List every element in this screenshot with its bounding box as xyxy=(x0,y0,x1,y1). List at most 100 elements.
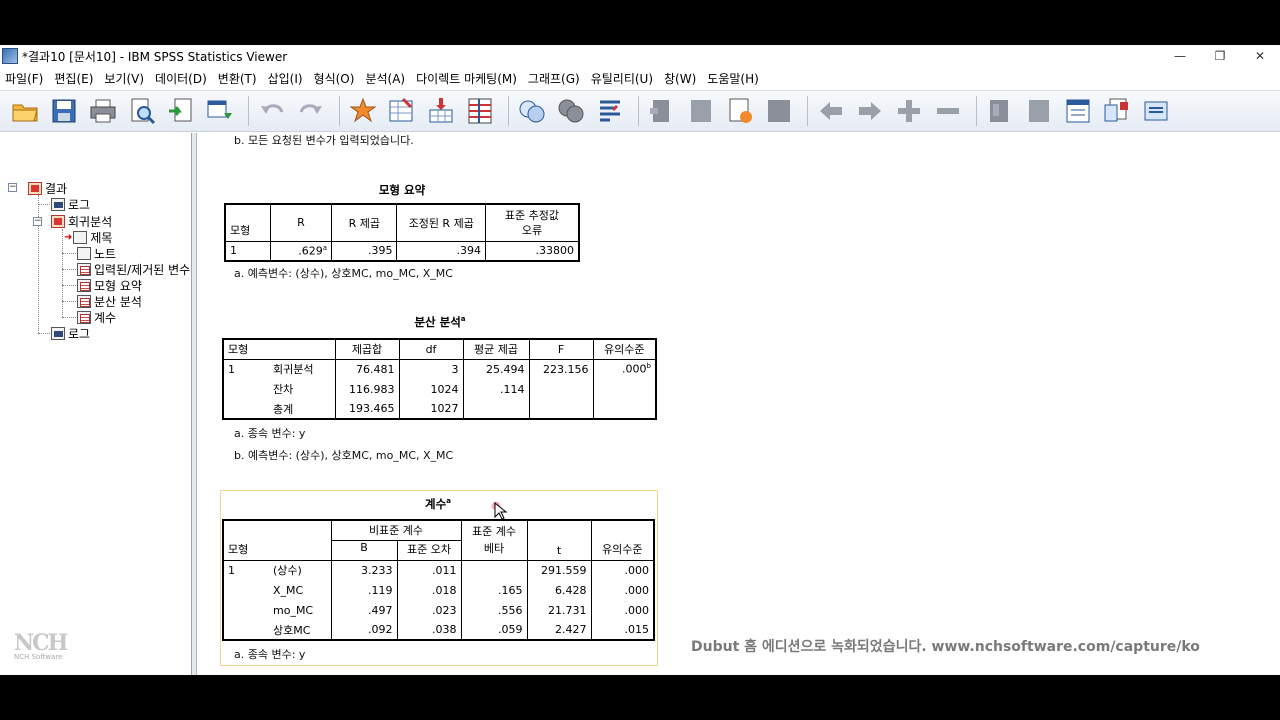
row-label: 상호MC xyxy=(273,623,311,637)
tree-output[interactable]: 결과 xyxy=(28,180,67,196)
use-sets-icon[interactable] xyxy=(515,94,549,128)
expand-regression-icon[interactable]: − xyxy=(33,217,42,226)
collapse-icon[interactable] xyxy=(814,94,848,128)
menu-utilities[interactable]: 유틸리티(U) xyxy=(586,70,659,87)
cell-df: 1024 xyxy=(398,379,463,399)
variables-icon[interactable] xyxy=(463,94,497,128)
redo-icon[interactable] xyxy=(294,94,328,128)
col-group-unstandardized: 비표준 계수 xyxy=(330,520,461,541)
menu-data[interactable]: 데이터(D) xyxy=(150,70,213,87)
row-model: 1 xyxy=(228,362,235,376)
demote-icon[interactable] xyxy=(723,94,757,128)
cell-ms: .114 xyxy=(462,379,529,399)
coefficients-table[interactable]: 모형 비표준 계수 표준 계수 t 유의수준 B 표준 오차 베타 1 (상수)… xyxy=(222,519,655,641)
anova-title-sup: a xyxy=(460,315,466,324)
goto-case-icon[interactable] xyxy=(385,94,419,128)
spss-app-icon xyxy=(2,48,18,64)
menu-file[interactable]: 파일(F) xyxy=(0,70,49,87)
model-summary-table[interactable]: 모형 R R 제곱 조정된 R 제곱 표준 추정값 오류 1 .629a .395… xyxy=(224,203,580,262)
col-r-square: R 제곱 xyxy=(331,204,397,242)
tree-model-summary[interactable]: 모형 요약 xyxy=(77,277,142,293)
row-model xyxy=(223,379,269,399)
tree-variables-entered[interactable]: 입력된/제거된 변수 xyxy=(77,261,190,277)
cell-beta: .165 xyxy=(460,580,527,600)
menu-analyze[interactable]: 분석(A) xyxy=(360,70,411,87)
undo-icon[interactable] xyxy=(255,94,289,128)
cell-std-error: .33800 xyxy=(484,241,579,261)
tree-anova[interactable]: 분산 분석 xyxy=(77,293,142,309)
goto-data-icon[interactable] xyxy=(346,94,380,128)
row-model xyxy=(223,580,269,600)
cell-sig xyxy=(592,399,656,419)
tree-log-1-label: 로그 xyxy=(68,197,91,212)
cell-sig xyxy=(592,379,656,399)
insert-new-icon[interactable] xyxy=(1061,94,1095,128)
menu-edit[interactable]: 편집(E) xyxy=(49,70,99,87)
tree-log-1[interactable]: 로그 xyxy=(51,196,90,212)
cell-b: .119 xyxy=(330,580,397,600)
spell-icon[interactable] xyxy=(593,94,627,128)
col-sig: 유의수준 xyxy=(590,520,654,561)
tree-log-2-label: 로그 xyxy=(68,326,91,341)
print-preview-icon[interactable] xyxy=(125,94,159,128)
tree-regression[interactable]: 회귀분석 xyxy=(51,213,112,229)
anova-note-a: a. 종속 변수: y xyxy=(234,427,306,440)
minimize-button[interactable]: — xyxy=(1160,45,1200,67)
recording-watermark: Dubut 홈 에디션으로 녹화되었습니다. www.nchsoftware.c… xyxy=(691,639,1200,655)
variables-entered-note: b. 모든 요청된 변수가 입력되었습니다. xyxy=(234,134,414,147)
col-std-error-line2: 오류 xyxy=(521,223,543,237)
goto-variable-icon[interactable] xyxy=(424,94,458,128)
cell-df: 1027 xyxy=(398,399,463,419)
insert-chart-icon[interactable] xyxy=(1139,94,1173,128)
open-icon[interactable] xyxy=(8,94,42,128)
col-sig: 유의수준 xyxy=(592,339,656,360)
print-icon[interactable] xyxy=(86,94,120,128)
table-row: 1 회귀분석 76.481 3 25.494 223.156 .000b xyxy=(223,359,656,379)
cell-sig: .000b xyxy=(592,359,656,379)
anova-table[interactable]: 모형 제곱합 df 평균 제곱 F 유의수준 1 회귀분석 76.481 3 2… xyxy=(222,338,657,420)
cell-b: .092 xyxy=(330,620,397,640)
table-row: 잔차 116.983 1024 .114 xyxy=(223,379,656,399)
tree-notes[interactable]: 노트 xyxy=(77,245,116,261)
coefficients-title-text: 계수 xyxy=(425,497,447,511)
close-button[interactable]: ✕ xyxy=(1240,45,1280,67)
expand-icon[interactable] xyxy=(762,94,796,128)
tree-title[interactable]: ➜ 제목 xyxy=(64,229,112,245)
recall-dialog-icon[interactable] xyxy=(203,94,237,128)
cell-t: 6.428 xyxy=(526,580,591,600)
show-icon[interactable] xyxy=(853,94,887,128)
current-item-arrow-icon: ➜ xyxy=(64,231,73,243)
col-std-error-line1: 표준 추정값 xyxy=(504,208,560,222)
cell-se: .038 xyxy=(396,620,461,640)
tree-output-label: 결과 xyxy=(45,181,68,196)
insert-text-box-icon[interactable] xyxy=(1100,94,1134,128)
designate-window-icon[interactable] xyxy=(645,94,679,128)
pane-splitter[interactable] xyxy=(192,133,197,675)
menu-direct-marketing[interactable]: 다이렉트 마케팅(M) xyxy=(411,70,523,87)
menu-window[interactable]: 창(W) xyxy=(659,70,702,87)
cell-sig: .000 xyxy=(590,580,654,600)
tree-log-2[interactable]: 로그 xyxy=(51,325,90,341)
menu-view[interactable]: 보기(V) xyxy=(99,70,150,87)
menu-transform[interactable]: 변환(T) xyxy=(213,70,263,87)
insert-heading-icon[interactable] xyxy=(931,94,965,128)
expand-root-icon[interactable]: − xyxy=(8,183,17,192)
insert-text-icon[interactable] xyxy=(1022,94,1056,128)
menu-graphs[interactable]: 그래프(G) xyxy=(523,70,586,87)
col-model: 모형 xyxy=(223,520,331,561)
cell-t: 2.427 xyxy=(526,620,591,640)
menu-insert[interactable]: 삽입(I) xyxy=(263,70,309,87)
menu-help[interactable]: 도움말(H) xyxy=(702,70,765,87)
export-icon[interactable] xyxy=(164,94,198,128)
row-label: 총계 xyxy=(273,402,294,416)
show-all-icon[interactable] xyxy=(554,94,588,128)
promote-icon[interactable] xyxy=(684,94,718,128)
save-icon[interactable] xyxy=(47,94,81,128)
cell-t: 21.731 xyxy=(526,600,591,620)
tree-coefficients[interactable]: 계수 xyxy=(77,309,116,325)
col-sum-of-squares: 제곱합 xyxy=(334,339,399,360)
insert-title-icon[interactable] xyxy=(983,94,1017,128)
menu-format[interactable]: 형식(O) xyxy=(309,70,361,87)
hide-icon[interactable] xyxy=(892,94,926,128)
restore-button[interactable]: ❐ xyxy=(1200,45,1240,67)
